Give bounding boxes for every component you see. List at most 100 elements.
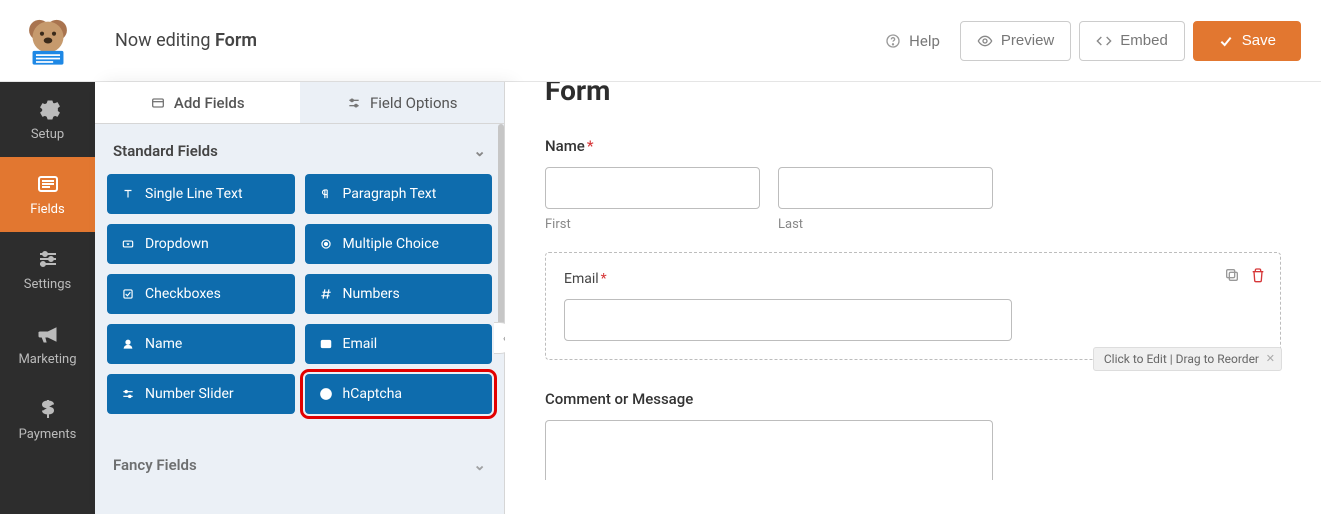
checkbox-icon xyxy=(121,287,135,301)
dollar-icon xyxy=(36,397,60,421)
radio-icon xyxy=(319,237,333,251)
field-label: Email xyxy=(343,336,378,352)
trash-icon[interactable] xyxy=(1250,267,1266,287)
field-hcaptcha[interactable]: hCaptcha xyxy=(305,374,493,414)
sublabel-first: First xyxy=(545,217,760,232)
field-label-email: Email* xyxy=(564,271,1262,287)
field-grid: Single Line Text Paragraph Text Dropdown… xyxy=(107,174,492,414)
app-logo xyxy=(0,0,95,82)
paragraph-icon xyxy=(319,187,333,201)
help-link[interactable]: Help xyxy=(885,32,940,50)
plus-grid-icon xyxy=(150,95,166,111)
sliders-icon xyxy=(36,247,60,271)
section-fancy-label: Fancy Fields xyxy=(113,456,197,474)
chevron-down-icon: ⌄ xyxy=(473,456,486,474)
help-icon xyxy=(885,33,901,49)
form-title: Form xyxy=(545,82,1281,107)
sliders-small-icon xyxy=(346,95,362,111)
sublabel-last: Last xyxy=(778,217,993,232)
tab-add-fields[interactable]: Add Fields xyxy=(95,82,300,123)
embed-label: Embed xyxy=(1120,32,1168,49)
section-standard-fields[interactable]: Standard Fields ⌄ xyxy=(107,124,492,174)
name-subfields: First Last xyxy=(545,167,1281,232)
field-number-slider[interactable]: Number Slider xyxy=(107,374,295,414)
slider-icon xyxy=(121,387,135,401)
chevron-down-icon: ⌄ xyxy=(473,142,486,160)
panel-tabs: Add Fields Field Options xyxy=(95,82,504,124)
section-standard-label: Standard Fields xyxy=(113,142,218,160)
left-nav: Setup Fields Settings Marketing Payments xyxy=(0,82,95,514)
nav-marketing-label: Marketing xyxy=(18,352,76,367)
question-icon xyxy=(319,387,333,401)
field-label: Multiple Choice xyxy=(343,236,439,252)
tab-field-options-label: Field Options xyxy=(370,94,458,112)
field-label: Dropdown xyxy=(145,236,209,252)
preview-label: Preview xyxy=(1001,32,1054,49)
text-icon xyxy=(121,187,135,201)
now-editing-label: Now editing Form xyxy=(115,30,257,51)
now-editing-prefix: Now editing xyxy=(115,30,215,51)
code-icon xyxy=(1096,33,1112,49)
required-mark: * xyxy=(587,137,594,155)
user-icon xyxy=(121,337,135,351)
envelope-icon xyxy=(319,337,333,351)
preview-button[interactable]: Preview xyxy=(960,21,1071,61)
field-numbers[interactable]: Numbers xyxy=(305,274,493,314)
help-label: Help xyxy=(909,32,940,50)
fields-panel: Add Fields Field Options Standard Fields… xyxy=(95,82,505,514)
required-mark: * xyxy=(601,271,607,287)
section-fancy-fields[interactable]: Fancy Fields ⌄ xyxy=(107,438,492,488)
field-row-actions xyxy=(1224,267,1266,287)
tab-field-options[interactable]: Field Options xyxy=(300,82,505,123)
nav-setup[interactable]: Setup xyxy=(0,82,95,157)
nav-settings-label: Settings xyxy=(24,277,71,292)
field-dropdown[interactable]: Dropdown xyxy=(107,224,295,264)
eye-icon xyxy=(977,33,993,49)
panel-body: Standard Fields ⌄ Single Line Text Parag… xyxy=(95,124,504,500)
duplicate-icon[interactable] xyxy=(1224,267,1240,287)
comment-textarea[interactable] xyxy=(545,420,993,480)
dropdown-icon xyxy=(121,237,135,251)
list-icon xyxy=(36,172,60,196)
field-row-name[interactable]: Name* First Last xyxy=(545,137,1281,232)
nav-fields-label: Fields xyxy=(30,202,64,217)
field-email[interactable]: Email xyxy=(305,324,493,364)
reorder-hint-text: Click to Edit | Drag to Reorder xyxy=(1104,352,1259,366)
reorder-hint[interactable]: Click to Edit | Drag to Reorder xyxy=(1093,347,1282,371)
embed-button[interactable]: Embed xyxy=(1079,21,1185,61)
nav-payments[interactable]: Payments xyxy=(0,382,95,457)
field-label-name: Name* xyxy=(545,137,1281,155)
field-label: Name xyxy=(145,336,182,352)
top-actions: Help Preview Embed Save xyxy=(885,21,1301,61)
save-button[interactable]: Save xyxy=(1193,21,1301,61)
hash-icon xyxy=(319,287,333,301)
nav-settings[interactable]: Settings xyxy=(0,232,95,307)
field-label: hCaptcha xyxy=(343,386,403,402)
nav-marketing[interactable]: Marketing xyxy=(0,307,95,382)
field-row-email[interactable]: Email* Click to Edit | Drag to Reorder xyxy=(545,252,1281,360)
field-checkboxes[interactable]: Checkboxes xyxy=(107,274,295,314)
field-paragraph-text[interactable]: Paragraph Text xyxy=(305,174,493,214)
nav-payments-label: Payments xyxy=(19,427,77,442)
check-icon xyxy=(1218,33,1234,49)
nav-setup-label: Setup xyxy=(31,127,64,142)
field-label: Numbers xyxy=(343,286,400,302)
save-label: Save xyxy=(1242,32,1276,49)
field-single-line-text[interactable]: Single Line Text xyxy=(107,174,295,214)
field-name[interactable]: Name xyxy=(107,324,295,364)
panel-scrollbar[interactable] xyxy=(498,124,504,334)
field-row-comment[interactable]: Comment or Message xyxy=(545,390,1281,480)
last-name-input[interactable] xyxy=(778,167,993,209)
nav-fields[interactable]: Fields xyxy=(0,157,95,232)
form-canvas: Form Name* First Last Email* Click to Ed… xyxy=(505,82,1321,514)
now-editing-name: Form xyxy=(215,30,257,51)
email-input[interactable] xyxy=(564,299,1012,341)
field-label: Paragraph Text xyxy=(343,186,437,202)
field-label: Checkboxes xyxy=(145,286,221,302)
field-multiple-choice[interactable]: Multiple Choice xyxy=(305,224,493,264)
field-label-comment: Comment or Message xyxy=(545,390,1281,408)
field-label: Single Line Text xyxy=(145,186,243,202)
tab-add-fields-label: Add Fields xyxy=(174,94,245,112)
gear-icon xyxy=(36,97,60,121)
first-name-input[interactable] xyxy=(545,167,760,209)
